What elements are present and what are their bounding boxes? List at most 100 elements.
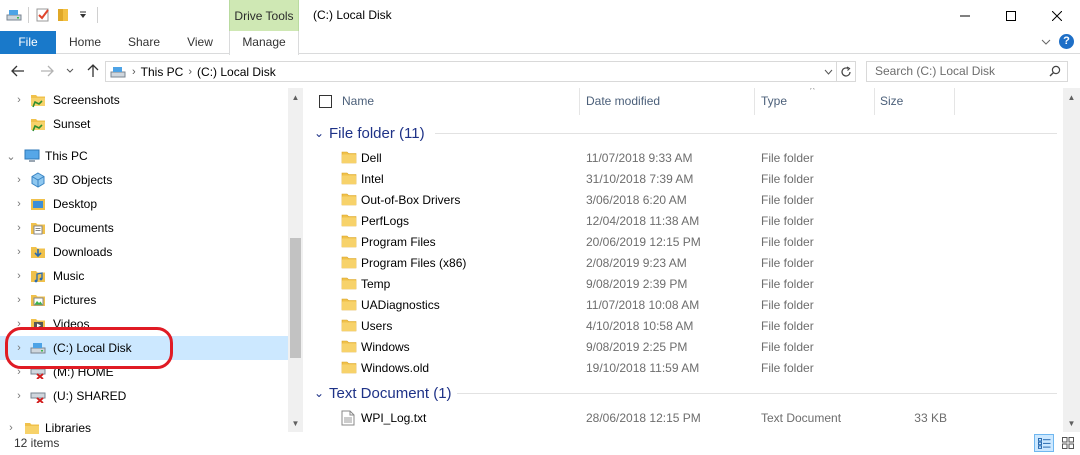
file-row[interactable]: WPI_Log.txt 28/06/2018 12:15 PM Text Docum… [305,407,1057,428]
expand-chevron-icon[interactable]: › [14,390,24,402]
breadcrumb-separator-icon[interactable]: › [132,66,136,78]
forward-arrow-icon [41,65,54,77]
customize-toolbar-chevron-icon[interactable] [75,7,91,23]
folder-quick-access-icon [30,92,46,108]
address-history-dropdown[interactable] [820,62,836,81]
expand-chevron-icon[interactable]: › [14,174,24,186]
file-row[interactable]: PerfLogs 12/04/2018 11:38 AM File folder [305,210,1057,231]
file-row[interactable]: Program Files (x86) 2/08/2019 9:23 AM File… [305,252,1057,273]
scroll-up-arrow-icon[interactable]: ▲ [1064,90,1079,104]
nav-item-3d-objects[interactable]: › 3D Objects [0,168,288,192]
help-icon[interactable]: ? [1059,34,1074,49]
expand-chevron-icon[interactable]: › [14,294,24,306]
file-list-scrollbar[interactable]: ▲ ▼ [1063,88,1080,432]
expand-ribbon-icon[interactable] [1041,38,1051,46]
toolbar-separator [28,7,29,23]
drive-app-icon[interactable] [6,7,22,23]
address-bar[interactable]: › This PC › (C:) Local Disk [105,61,837,82]
breadcrumb-local-disk[interactable]: (C:) Local Disk [197,65,276,79]
group-header[interactable]: ⌄ File folder (11) [305,122,1057,144]
column-divider[interactable] [754,88,755,115]
group-header[interactable]: ⌄ Text Document (1) [305,382,1057,404]
file-row[interactable]: Windows.old 19/10/2018 11:59 AM File folde… [305,357,1057,378]
recent-locations-button[interactable] [62,60,78,82]
nav-item-music[interactable]: › Music [0,264,288,288]
column-header-size[interactable]: Size [880,88,950,115]
close-button[interactable] [1034,0,1080,31]
expand-chevron-icon[interactable]: › [14,270,24,282]
tab-manage[interactable]: Manage [229,31,299,55]
scroll-down-arrow-icon[interactable]: ▼ [1064,416,1079,430]
details-view-button[interactable] [1034,434,1054,452]
minimize-button[interactable] [942,0,988,31]
scrollbar-thumb[interactable] [290,238,301,358]
column-header-date-modified[interactable]: Date modified [586,88,751,115]
navigation-pane: › Screenshots Sunset ⌄ This PC › 3D Objects › De… [0,88,288,434]
file-row[interactable]: UADiagnostics 11/07/2018 10:08 AM File fol… [305,294,1057,315]
file-row[interactable]: Users 4/10/2018 10:58 AM File folder [305,315,1057,336]
ribbon-controls: ? [1041,34,1074,49]
nav-item-documents[interactable]: › Documents [0,216,288,240]
scroll-up-arrow-icon[interactable]: ▲ [288,90,303,104]
chevron-down-icon [824,69,832,75]
maximize-button[interactable] [988,0,1034,31]
file-name: Users [361,319,393,333]
breadcrumb-this-pc[interactable]: This PC [141,65,184,79]
file-row[interactable]: Temp 9/08/2019 2:39 PM File folder [305,273,1057,294]
file-row[interactable]: Windows 9/08/2019 2:25 PM File folder [305,336,1057,357]
navigation-pane-scrollbar[interactable]: ▲ ▼ [288,88,303,432]
file-row[interactable]: Out-of-Box Drivers 3/06/2018 6:20 AM File … [305,189,1057,210]
back-button[interactable] [8,60,28,82]
file-size: 33 KB [914,411,947,425]
select-all-checkbox[interactable] [319,95,332,108]
tab-home[interactable]: Home [61,31,109,54]
column-divider[interactable] [579,88,580,115]
expand-chevron-icon[interactable]: › [14,198,24,210]
file-type: File folder [761,214,814,228]
nav-item-this-pc[interactable]: ⌄ This PC [0,144,288,168]
forward-button[interactable] [37,60,57,82]
file-row[interactable]: Intel 31/10/2018 7:39 AM File folder [305,168,1057,189]
nav-item-sunset[interactable]: Sunset [0,112,288,136]
expand-chevron-icon[interactable]: › [14,246,24,258]
folder-icon [341,360,357,376]
nav-item-u-shared[interactable]: › (U:) SHARED [0,384,288,408]
new-folder-icon[interactable] [55,7,71,23]
expand-chevron-icon[interactable]: › [14,222,24,234]
file-date-modified: 28/06/2018 12:15 PM [586,411,701,425]
properties-icon[interactable] [35,7,51,23]
file-name: Intel [361,172,384,186]
folder-icon [341,213,357,229]
search-icon [1049,65,1061,77]
window-title: (C:) Local Disk [313,8,392,22]
tab-share[interactable]: Share [120,31,168,54]
tab-view[interactable]: View [176,31,224,54]
file-row[interactable]: Program Files 20/06/2019 12:15 PM File fol… [305,231,1057,252]
column-header-name[interactable]: Name [342,88,577,115]
scroll-down-arrow-icon[interactable]: ▼ [288,416,303,430]
column-header-type[interactable]: Type [761,88,871,115]
expand-chevron-icon[interactable]: › [14,94,24,106]
collapse-group-chevron-icon[interactable]: ⌄ [314,126,324,140]
file-date-modified: 9/08/2019 2:39 PM [586,277,688,291]
column-divider[interactable] [954,88,955,115]
nav-item-screenshots[interactable]: › Screenshots [0,88,288,112]
tab-file[interactable]: File [0,31,56,54]
search-input[interactable]: Search (C:) Local Disk [866,61,1068,82]
up-button[interactable] [83,60,103,82]
collapse-chevron-icon[interactable]: ⌄ [6,150,16,163]
breadcrumb-separator-icon[interactable]: › [188,66,192,78]
nav-item-pictures[interactable]: › Pictures [0,288,288,312]
nav-item-downloads[interactable]: › Downloads [0,240,288,264]
nav-item-desktop[interactable]: › Desktop [0,192,288,216]
close-icon [1052,10,1062,21]
refresh-button[interactable] [837,61,856,82]
nav-item-label: Downloads [53,245,113,259]
file-row[interactable]: Dell 11/07/2018 9:33 AM File folder [305,147,1057,168]
large-icons-view-button[interactable] [1058,434,1078,452]
column-divider[interactable] [874,88,875,115]
collapse-group-chevron-icon[interactable]: ⌄ [314,386,324,400]
file-date-modified: 3/06/2018 6:20 AM [586,193,687,207]
nav-item-label: 3D Objects [53,173,113,187]
text-file-icon [341,410,357,426]
